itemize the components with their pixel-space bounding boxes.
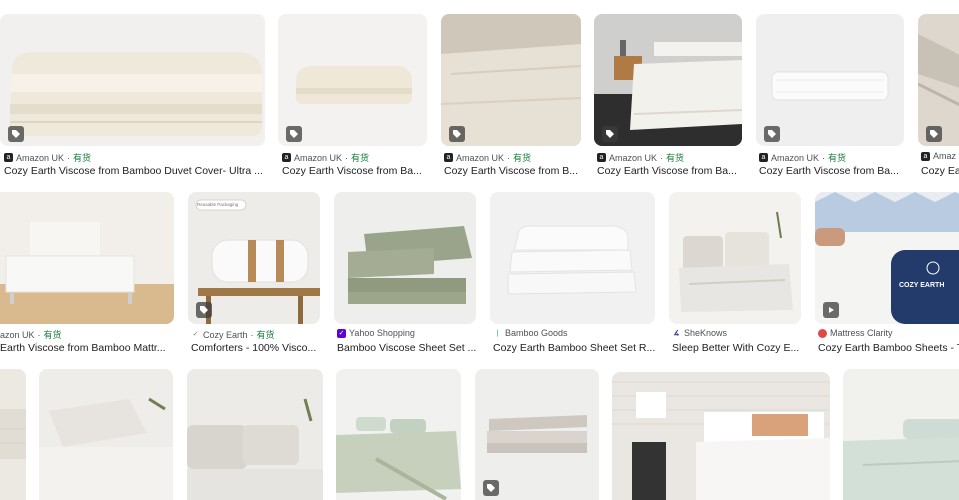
result-title[interactable]: Cozy Earth Bamboo Sheet Set R... xyxy=(493,342,655,354)
result-source[interactable]: a Amazon UK · 有货 xyxy=(597,151,684,164)
result-source[interactable]: azon UK · 有货 xyxy=(0,328,62,341)
result-image[interactable] xyxy=(843,369,959,500)
result-title[interactable]: Cozy Earth Viscose from Ba... xyxy=(759,165,905,177)
result-source[interactable]: a Amazon UK · 有货 xyxy=(759,151,846,164)
tag-icon xyxy=(286,126,302,142)
tag-icon xyxy=(196,302,212,318)
result-image[interactable] xyxy=(0,14,265,146)
result-title[interactable]: Cozy Earth Viscose from Ba... xyxy=(597,165,742,177)
amazon-icon: a xyxy=(4,153,13,162)
bamboo-goods-icon: ❘ xyxy=(494,329,501,337)
brand-overlay-text: COZY EARTH xyxy=(899,282,945,289)
result-image[interactable] xyxy=(0,192,174,324)
result-title[interactable]: Sleep Better With Cozy E... xyxy=(672,342,802,354)
result-title[interactable]: Cozy Earth Viscose from B... xyxy=(444,165,581,177)
result-source[interactable]: ✓ Yahoo Shopping xyxy=(337,328,415,338)
result-image[interactable] xyxy=(490,192,655,324)
amazon-icon: a xyxy=(444,153,453,162)
cozy-earth-icon: ✓ xyxy=(191,330,200,339)
tag-icon xyxy=(483,480,499,496)
result-title[interactable]: Comforters - 100% Visco... xyxy=(191,342,319,354)
tag-icon xyxy=(764,126,780,142)
amazon-icon: a xyxy=(597,153,606,162)
result-title[interactable]: Cozy Ea xyxy=(921,165,959,177)
result-image[interactable] xyxy=(0,369,26,500)
packaging-label: Reusable Packaging xyxy=(197,202,239,207)
tag-icon xyxy=(602,126,618,142)
tag-icon xyxy=(449,126,465,142)
tag-icon xyxy=(8,126,24,142)
result-source[interactable]: a Amazon UK · 有货 xyxy=(444,151,531,164)
result-source[interactable]: a Amazon UK · 有货 xyxy=(282,151,369,164)
result-title[interactable]: Earth Viscose from Bamboo Mattr... xyxy=(0,342,174,354)
amazon-icon: a xyxy=(759,153,768,162)
mattress-clarity-icon xyxy=(818,328,827,338)
result-image[interactable] xyxy=(336,369,461,500)
result-source[interactable]: a Amazon UK · 有货 xyxy=(4,151,91,164)
result-source[interactable]: Mattress Clarity xyxy=(818,328,893,338)
result-image[interactable] xyxy=(669,192,801,324)
result-source[interactable]: ❘ Bamboo Goods xyxy=(493,328,568,338)
result-title[interactable]: Cozy Earth Viscose from Ba... xyxy=(282,165,428,177)
result-image[interactable] xyxy=(612,372,830,500)
result-title[interactable]: Cozy Earth Bamboo Sheets - T xyxy=(818,342,959,354)
sheknows-icon: ∡ xyxy=(673,329,680,337)
result-title[interactable]: Cozy Earth Viscose from Bamboo Duvet Cov… xyxy=(4,165,266,177)
amazon-icon: a xyxy=(921,151,930,161)
result-image[interactable] xyxy=(334,192,476,324)
result-image[interactable] xyxy=(187,369,323,500)
amazon-icon: a xyxy=(282,153,291,162)
yahoo-icon: ✓ xyxy=(337,328,346,338)
play-icon xyxy=(823,302,839,318)
result-image[interactable] xyxy=(39,369,173,500)
result-source[interactable]: a Amaz xyxy=(921,151,956,161)
result-title[interactable]: Bamboo Viscose Sheet Set ... xyxy=(337,342,477,354)
result-source[interactable]: ✓ Cozy Earth · 有货 xyxy=(191,328,275,341)
tag-icon xyxy=(926,126,942,142)
result-source[interactable]: ∡ SheKnows xyxy=(672,328,727,338)
